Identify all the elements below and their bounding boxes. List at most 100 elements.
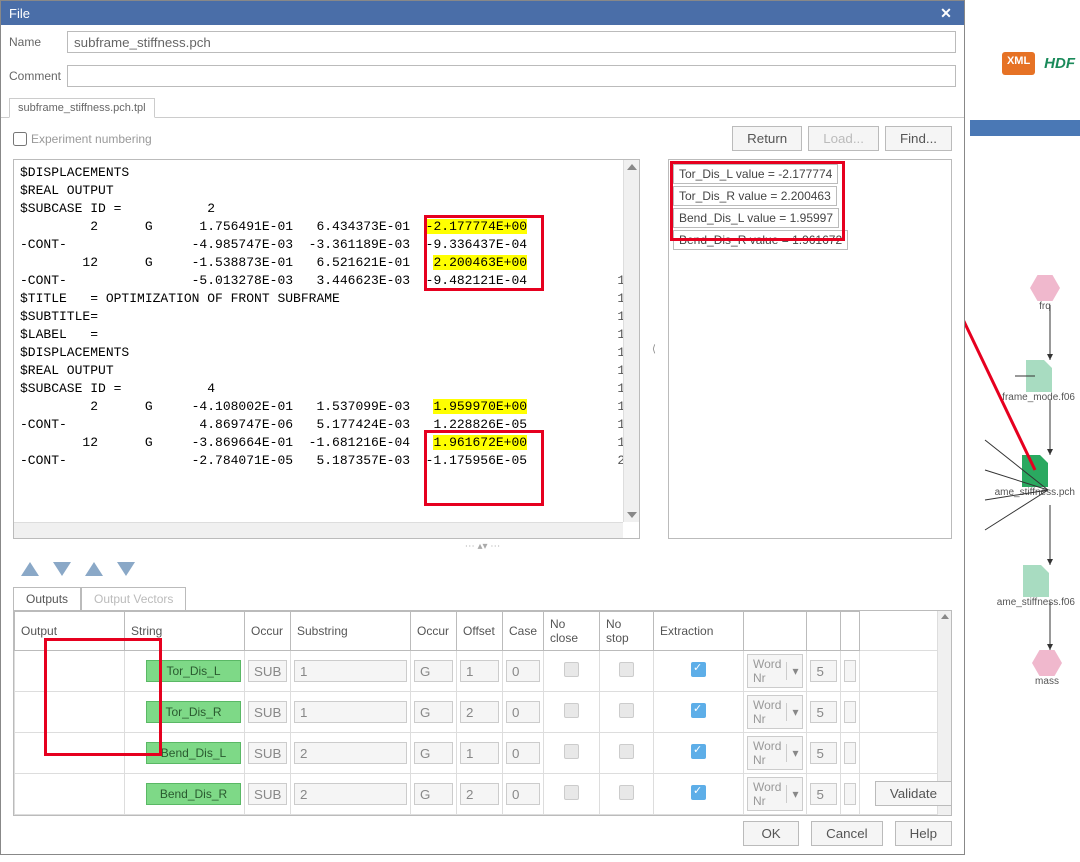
extract-n2-input[interactable] xyxy=(844,742,856,764)
occur1-input[interactable] xyxy=(294,783,407,805)
parsed-value[interactable]: Bend_Dis_R value = 1.961672 xyxy=(673,230,848,250)
resize-grip[interactable]: ⋯ ▴▾ ⋯ xyxy=(1,541,964,552)
case-checkbox[interactable] xyxy=(564,703,579,718)
extraction-select[interactable]: Word Nr▾ xyxy=(747,654,803,688)
ok-button[interactable]: OK xyxy=(743,821,799,846)
extract-n2-input[interactable] xyxy=(844,701,856,723)
tpl-tab[interactable]: subframe_stiffness.pch.tpl xyxy=(9,98,155,118)
hdf-badge[interactable]: HDF xyxy=(1039,52,1080,75)
column-header[interactable]: Case xyxy=(503,612,544,651)
code-line: $TITLE = OPTIMIZATION OF FRONT SUBFRAME1… xyxy=(20,290,633,308)
case-checkbox[interactable] xyxy=(564,744,579,759)
graph-node-stiffness-f06[interactable]: ame_stiffness.f06 xyxy=(997,565,1075,608)
string-input[interactable] xyxy=(248,660,287,682)
xml-badge[interactable]: XML xyxy=(1002,52,1035,75)
column-header[interactable] xyxy=(807,612,841,651)
offset-input[interactable] xyxy=(506,660,540,682)
code-line: $DISPLACEMENTS14 xyxy=(20,344,633,362)
column-header[interactable]: No stop xyxy=(600,612,654,651)
nostop-checkbox[interactable] xyxy=(691,785,706,800)
graph-node-mass[interactable]: mass xyxy=(1032,650,1062,687)
column-header[interactable]: String xyxy=(125,612,245,651)
noclose-checkbox[interactable] xyxy=(619,703,634,718)
move-top-icon[interactable] xyxy=(85,562,103,576)
column-header[interactable]: Occur xyxy=(245,612,291,651)
column-header[interactable]: Output xyxy=(15,612,125,651)
code-line: $SUBCASE ID = 26 xyxy=(20,200,633,218)
experiment-numbering-checkbox[interactable]: Experiment numbering xyxy=(13,132,152,146)
load-button[interactable]: Load... xyxy=(808,126,879,151)
occur1-input[interactable] xyxy=(294,701,407,723)
help-button[interactable]: Help xyxy=(895,821,952,846)
extract-n1-input[interactable] xyxy=(810,660,837,682)
find-button[interactable]: Find... xyxy=(885,126,952,151)
close-icon[interactable]: ✕ xyxy=(936,5,956,22)
output-vectors-tab[interactable]: Output Vectors xyxy=(81,587,186,611)
string-input[interactable] xyxy=(248,701,287,723)
move-down-icon[interactable] xyxy=(53,562,71,576)
column-header[interactable]: Substring xyxy=(291,612,411,651)
graph-node-mode-f06[interactable]: frame_mode.f06 xyxy=(1002,360,1075,403)
string-input[interactable] xyxy=(248,742,287,764)
offset-input[interactable] xyxy=(506,742,540,764)
extract-n2-input[interactable] xyxy=(844,783,856,805)
offset-input[interactable] xyxy=(506,783,540,805)
column-header[interactable] xyxy=(744,612,807,651)
substring-input[interactable] xyxy=(414,783,453,805)
extraction-select[interactable]: Word Nr▾ xyxy=(747,777,803,811)
case-checkbox[interactable] xyxy=(564,662,579,677)
name-input[interactable] xyxy=(67,31,956,53)
noclose-checkbox[interactable] xyxy=(619,785,634,800)
case-checkbox[interactable] xyxy=(564,785,579,800)
validate-button[interactable]: Validate xyxy=(875,781,952,806)
return-button[interactable]: Return xyxy=(732,126,802,151)
output-cell[interactable]: Tor_Dis_R xyxy=(146,701,241,723)
substring-input[interactable] xyxy=(414,701,453,723)
nostop-checkbox[interactable] xyxy=(691,662,706,677)
extraction-select[interactable]: Word Nr▾ xyxy=(747,736,803,770)
offset-input[interactable] xyxy=(506,701,540,723)
substring-input[interactable] xyxy=(414,742,453,764)
occur1-input[interactable] xyxy=(294,660,407,682)
extract-n2-input[interactable] xyxy=(844,660,856,682)
output-cell[interactable]: Tor_Dis_L xyxy=(146,660,241,682)
nostop-checkbox[interactable] xyxy=(691,744,706,759)
noclose-checkbox[interactable] xyxy=(619,744,634,759)
parsed-value[interactable]: Tor_Dis_R value = 2.200463 xyxy=(673,186,837,206)
output-cell[interactable]: Bend_Dis_L xyxy=(146,742,241,764)
parsed-value[interactable]: Tor_Dis_L value = -2.177774 xyxy=(673,164,838,184)
graph-node-stiffness-pch[interactable]: ame_stiffness.pch xyxy=(995,455,1075,498)
noclose-checkbox[interactable] xyxy=(619,662,634,677)
graph-node-frq[interactable]: frq xyxy=(1030,275,1060,312)
vertical-scrollbar[interactable] xyxy=(623,160,639,522)
extract-n1-input[interactable] xyxy=(810,701,837,723)
output-cell[interactable]: Bend_Dis_R xyxy=(146,783,241,805)
occur2-input[interactable] xyxy=(460,783,499,805)
extract-n1-input[interactable] xyxy=(810,783,837,805)
occur2-input[interactable] xyxy=(460,660,499,682)
move-up-icon[interactable] xyxy=(21,562,39,576)
code-line: $SUBTITLE=12 xyxy=(20,308,633,326)
column-header[interactable]: Occur xyxy=(411,612,457,651)
string-input[interactable] xyxy=(248,783,287,805)
occur2-input[interactable] xyxy=(460,701,499,723)
occur2-input[interactable] xyxy=(460,742,499,764)
nostop-checkbox[interactable] xyxy=(691,703,706,718)
outputs-tab[interactable]: Outputs xyxy=(13,587,81,611)
substring-input[interactable] xyxy=(414,660,453,682)
column-header[interactable]: Extraction xyxy=(654,612,744,651)
horizontal-scrollbar[interactable] xyxy=(14,522,623,538)
cancel-button[interactable]: Cancel xyxy=(811,821,883,846)
panel-collapse-handle[interactable]: ⟨ xyxy=(648,159,660,539)
extract-n1-input[interactable] xyxy=(810,742,837,764)
code-line: 2 G 1.756491E-01 6.434373E-01 -2.177774E… xyxy=(20,218,633,236)
parsed-value[interactable]: Bend_Dis_L value = 1.95997 xyxy=(673,208,839,228)
code-panel[interactable]: $DISPLACEMENTS4$REAL OUTPUT5$SUBCASE ID … xyxy=(13,159,640,539)
move-bottom-icon[interactable] xyxy=(117,562,135,576)
column-header[interactable]: No close xyxy=(544,612,600,651)
column-header[interactable]: Offset xyxy=(457,612,503,651)
code-line: $REAL OUTPUT15 xyxy=(20,362,633,380)
occur1-input[interactable] xyxy=(294,742,407,764)
extraction-select[interactable]: Word Nr▾ xyxy=(747,695,803,729)
comment-input[interactable] xyxy=(67,65,956,87)
